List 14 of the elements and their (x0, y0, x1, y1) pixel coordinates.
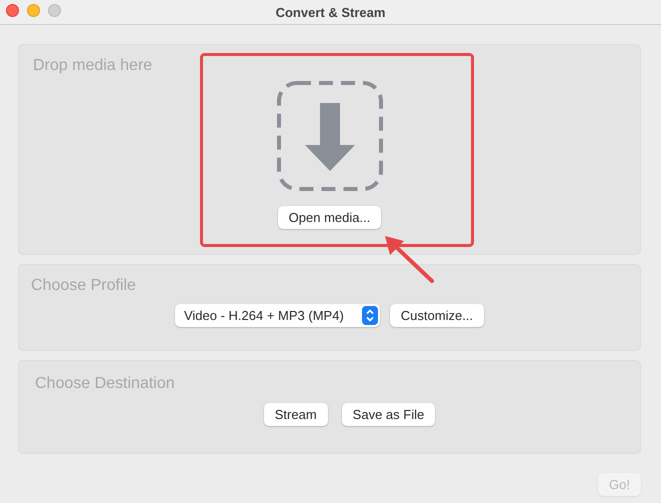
close-icon[interactable] (6, 4, 19, 17)
stepper-icon (362, 306, 378, 325)
stream-button[interactable]: Stream (264, 403, 328, 426)
save-as-file-button[interactable]: Save as File (342, 403, 436, 426)
open-media-button[interactable]: Open media... (278, 206, 382, 229)
window-title: Convert & Stream (276, 4, 386, 20)
pointer-arrow (384, 235, 436, 285)
panel-title: Drop media here (33, 57, 152, 75)
panel-title: Choose Destination (35, 375, 175, 393)
panel-title: Choose Profile (31, 277, 136, 295)
customize-button[interactable]: Customize... (390, 304, 484, 327)
profile-select[interactable]: Video - H.264 + MP3 (MP4) (174, 304, 380, 327)
zoom-icon[interactable] (48, 4, 61, 17)
minimize-icon[interactable] (27, 4, 40, 17)
